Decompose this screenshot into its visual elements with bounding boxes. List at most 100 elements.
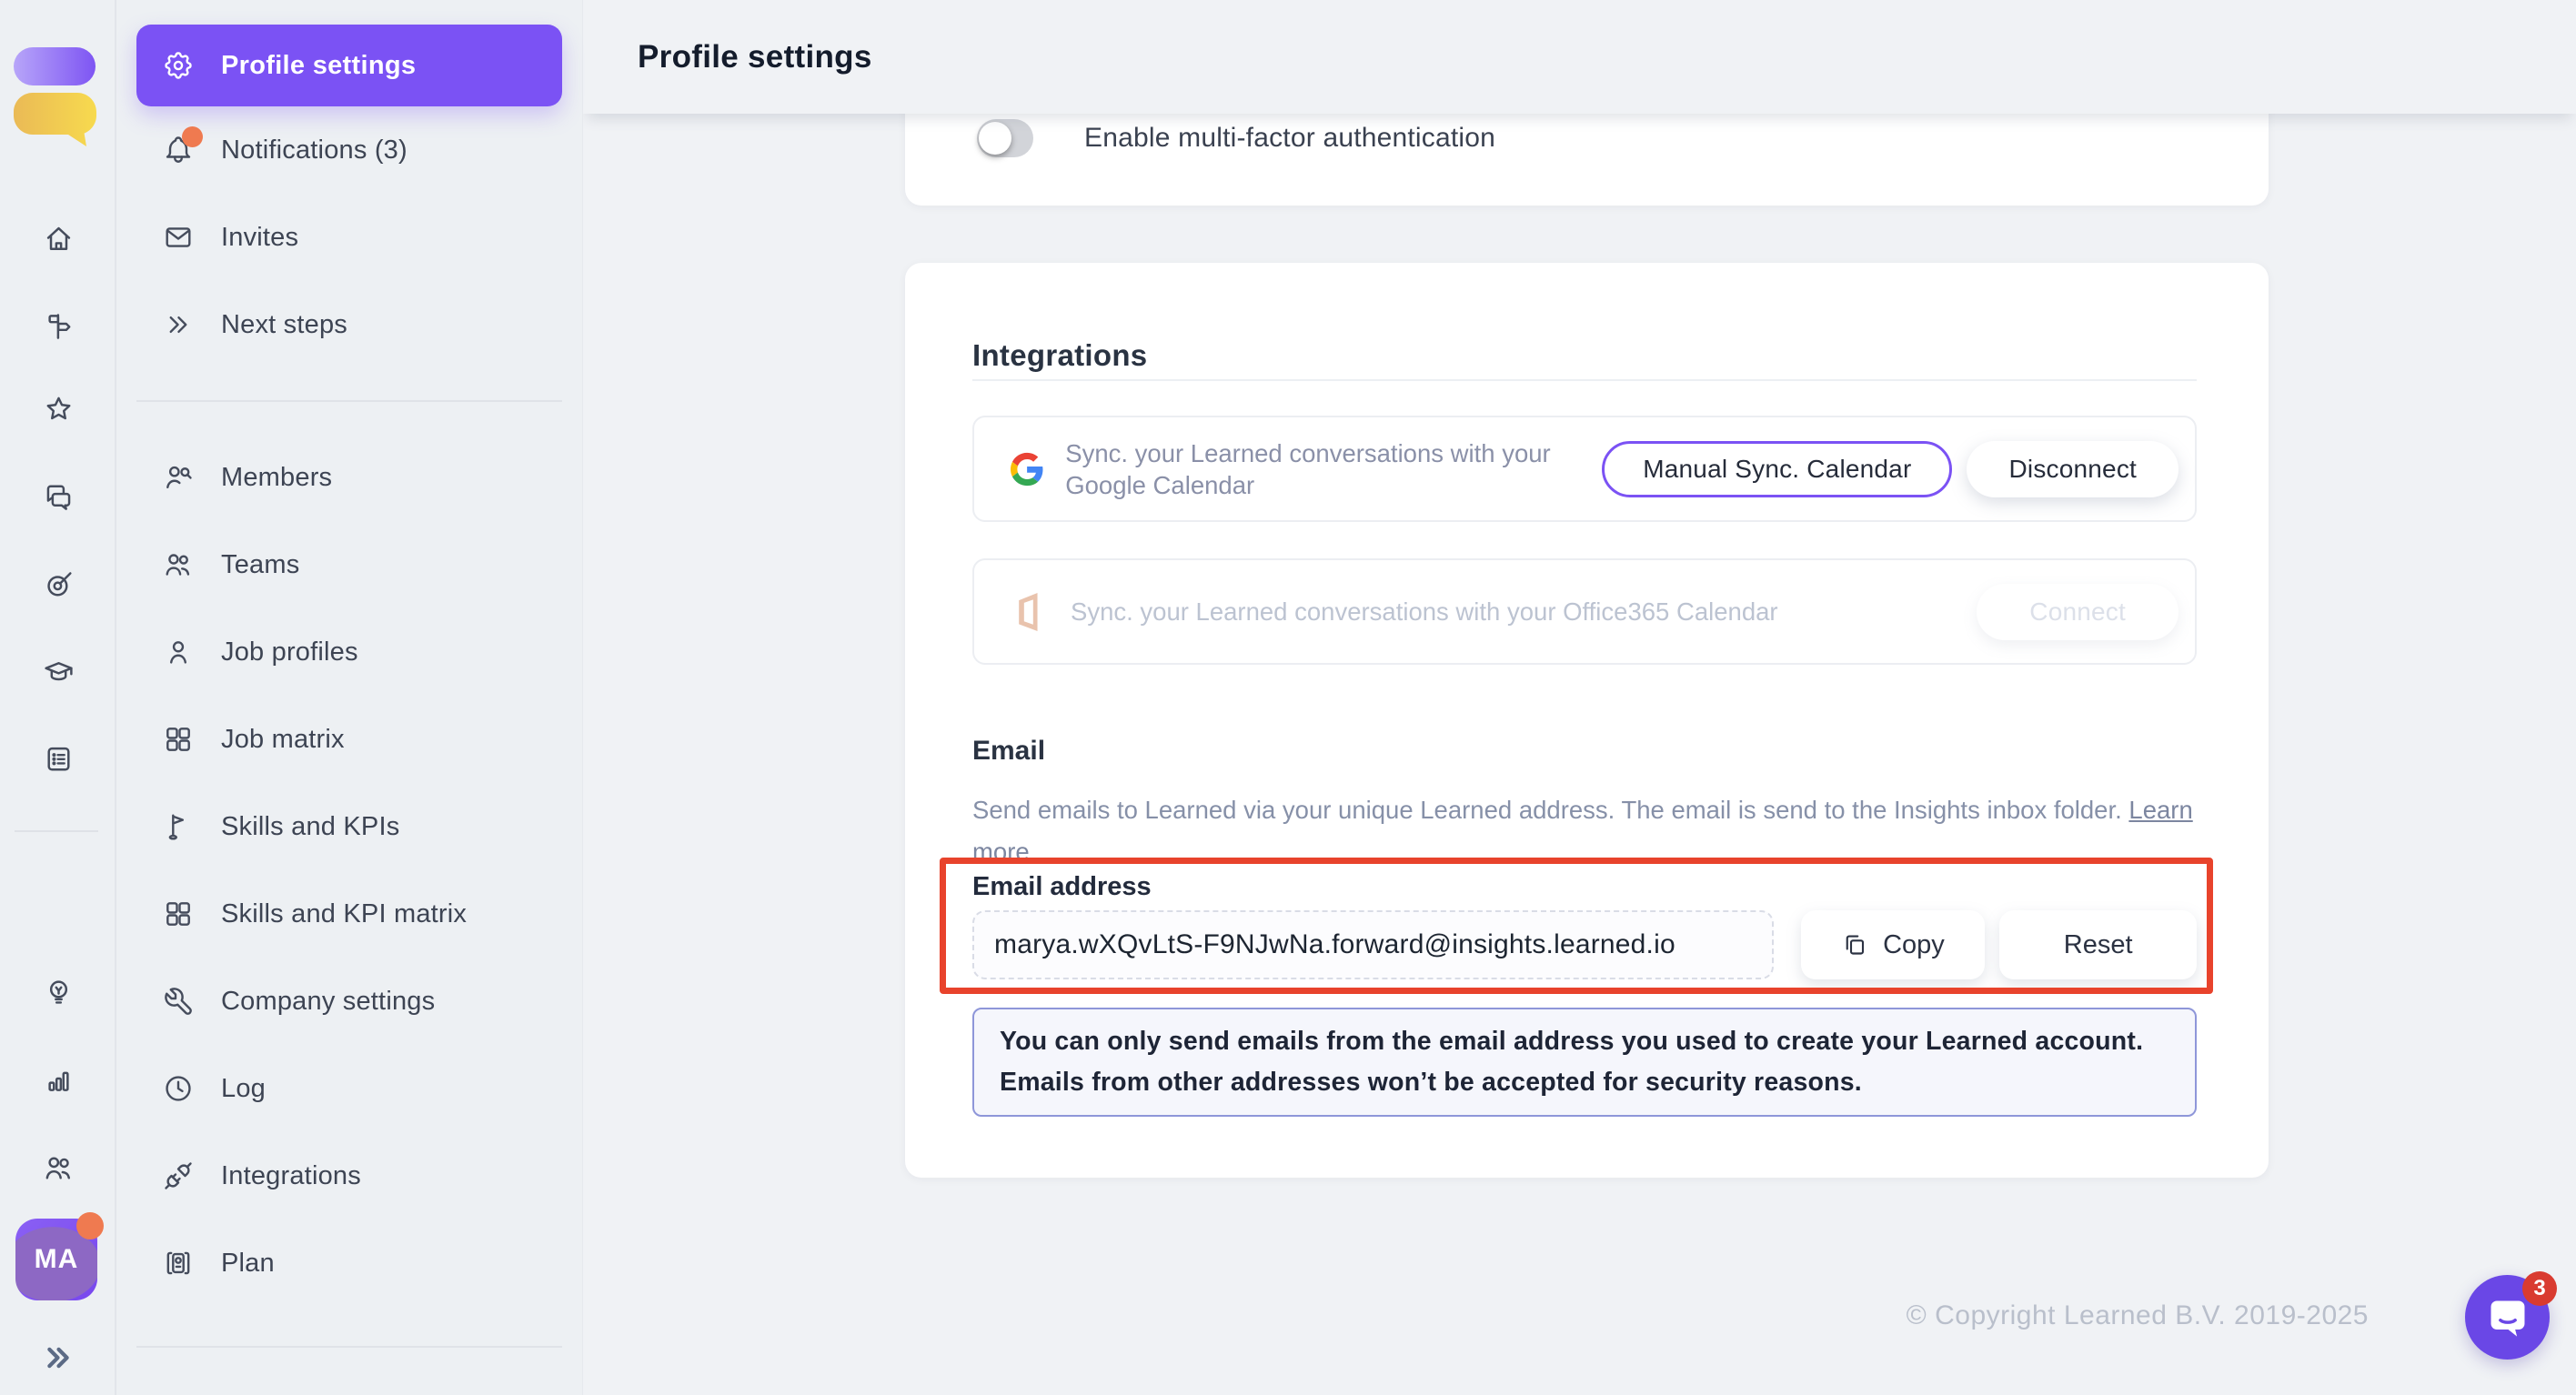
email-description: Send emails to Learned via your unique L… bbox=[972, 789, 2202, 873]
reset-button[interactable]: Reset bbox=[1999, 910, 2197, 979]
checklist-icon bbox=[42, 742, 75, 776]
sidebar-item-label: Log bbox=[221, 1074, 266, 1104]
sidebar-item-label: Notifications (3) bbox=[221, 135, 408, 166]
integrations-title: Integrations bbox=[972, 338, 1147, 373]
chat-bubbles-icon bbox=[42, 480, 75, 514]
sidebar-item-label: Job profiles bbox=[221, 637, 358, 667]
section-divider bbox=[972, 379, 2197, 381]
chat-unread-badge: 3 bbox=[2522, 1271, 2557, 1306]
mfa-label: Enable multi-factor authentication bbox=[1084, 123, 1495, 154]
sidebar-item-label: Invites bbox=[221, 223, 298, 253]
sidebar-item-label: Integrations bbox=[221, 1161, 361, 1191]
email-section-title: Email bbox=[972, 736, 1045, 767]
sidebar-item-notifications[interactable]: Notifications (3) bbox=[136, 106, 562, 194]
main-area: Enable multi-factor authentication Integ… bbox=[583, 0, 2576, 1395]
bar-chart-icon bbox=[42, 1064, 75, 1098]
learned-logo[interactable] bbox=[14, 47, 97, 135]
plug-icon bbox=[161, 1159, 196, 1192]
wrench-icon bbox=[161, 985, 196, 1018]
office365-logo-icon bbox=[1011, 589, 1049, 635]
sidebar-item-plan[interactable]: Plan bbox=[136, 1219, 562, 1307]
rail-reports-button[interactable] bbox=[0, 1064, 116, 1098]
copy-button[interactable]: Copy bbox=[1801, 910, 1986, 979]
envelope-icon bbox=[161, 221, 196, 254]
connect-button[interactable]: Connect bbox=[1977, 584, 2179, 640]
google-sync-description: Sync. your Learned conversations with yo… bbox=[1065, 437, 1602, 501]
rail-goals-button[interactable] bbox=[0, 567, 116, 601]
copy-icon bbox=[1841, 931, 1868, 958]
user-icon bbox=[161, 636, 196, 668]
sidebar-item-log[interactable]: Log bbox=[136, 1045, 562, 1132]
avatar[interactable]: MA bbox=[15, 1219, 97, 1300]
gear-icon bbox=[161, 49, 196, 82]
sidebar: Profile settings Notifications (3) Invit… bbox=[118, 0, 583, 1395]
chat-launcher-button[interactable]: 3 bbox=[2465, 1275, 2550, 1360]
sidebar-item-label: Plan bbox=[221, 1249, 275, 1279]
rail-signpost-button[interactable] bbox=[0, 309, 116, 343]
mfa-toggle[interactable] bbox=[977, 119, 1033, 157]
sidebar-item-company-settings[interactable]: Company settings bbox=[136, 958, 562, 1045]
sidebar-expand-button[interactable] bbox=[0, 1339, 116, 1377]
page-header: Profile settings bbox=[583, 0, 2576, 114]
bell-icon bbox=[161, 134, 196, 166]
rail-people-button[interactable] bbox=[0, 1151, 116, 1185]
google-calendar-row: Sync. your Learned conversations with yo… bbox=[972, 416, 2197, 522]
lightbulb-icon bbox=[42, 976, 75, 1009]
sidebar-item-next-steps[interactable]: Next steps bbox=[136, 281, 562, 368]
sidebar-item-label: Skills and KPIs bbox=[221, 812, 399, 842]
copyright-text: © Copyright Learned B.V. 2019-2025 bbox=[583, 1300, 2369, 1331]
sidebar-item-integrations[interactable]: Integrations bbox=[136, 1132, 562, 1219]
star-icon bbox=[42, 393, 75, 427]
sidebar-item-invites[interactable]: Invites bbox=[136, 194, 562, 281]
rail-conversations-button[interactable] bbox=[0, 480, 116, 514]
users-icon bbox=[161, 548, 196, 581]
sidebar-item-label: Profile settings bbox=[221, 51, 416, 81]
chevrons-right-icon bbox=[161, 308, 196, 341]
email-address-row: Copy Reset bbox=[972, 910, 2197, 979]
avatar-initials: MA bbox=[35, 1244, 79, 1275]
signpost-icon bbox=[42, 309, 75, 343]
sidebar-divider-bottom bbox=[136, 1346, 562, 1348]
sidebar-item-members[interactable]: Members bbox=[136, 434, 562, 521]
disconnect-button[interactable]: Disconnect bbox=[1967, 441, 2179, 497]
sidebar-item-teams[interactable]: Teams bbox=[136, 521, 562, 608]
chevrons-right-icon bbox=[39, 1339, 77, 1377]
users-icon bbox=[42, 1151, 75, 1185]
sidebar-item-job-matrix[interactable]: Job matrix bbox=[136, 696, 562, 783]
rail-learning-button[interactable] bbox=[0, 655, 116, 688]
grid-icon bbox=[161, 898, 196, 930]
learned-logo-purple-bubble bbox=[14, 47, 96, 85]
sidebar-item-job-profiles[interactable]: Job profiles bbox=[136, 608, 562, 696]
google-logo-icon bbox=[1011, 448, 1043, 490]
rail-star-button[interactable] bbox=[0, 393, 116, 427]
target-icon bbox=[42, 567, 75, 601]
copy-button-label: Copy bbox=[1883, 930, 1945, 960]
reset-button-label: Reset bbox=[2064, 930, 2133, 960]
learned-logo-yellow-bubble bbox=[14, 93, 97, 147]
notification-dot bbox=[182, 126, 203, 147]
sidebar-item-label: Teams bbox=[221, 550, 299, 580]
sidebar-item-profile-settings[interactable]: Profile settings bbox=[136, 25, 562, 106]
user-search-icon bbox=[161, 461, 196, 494]
office365-sync-description: Sync. your Learned conversations with yo… bbox=[1071, 596, 1778, 627]
sidebar-item-skills-kpi-matrix[interactable]: Skills and KPI matrix bbox=[136, 870, 562, 958]
sidebar-item-label: Job matrix bbox=[221, 725, 345, 755]
sidebar-item-label: Members bbox=[221, 463, 332, 493]
graduation-cap-icon bbox=[42, 655, 75, 688]
icon-rail: MA bbox=[0, 0, 116, 1395]
rail-home-button[interactable] bbox=[0, 222, 116, 256]
sidebar-item-label: Company settings bbox=[221, 987, 435, 1017]
rail-surveys-button[interactable] bbox=[0, 742, 116, 776]
email-address-input[interactable] bbox=[972, 910, 1774, 979]
id-card-icon bbox=[161, 1247, 196, 1280]
sidebar-item-label: Skills and KPI matrix bbox=[221, 899, 467, 929]
manual-sync-calendar-button[interactable]: Manual Sync. Calendar bbox=[1602, 441, 1952, 497]
sidebar-item-label: Next steps bbox=[221, 310, 347, 340]
toggle-knob bbox=[979, 122, 1011, 155]
rail-insights-button[interactable] bbox=[0, 976, 116, 1009]
email-address-label: Email address bbox=[972, 872, 1152, 902]
rail-divider bbox=[15, 830, 98, 832]
page-title: Profile settings bbox=[638, 39, 872, 75]
grid-icon bbox=[161, 723, 196, 756]
sidebar-item-skills-kpis[interactable]: Skills and KPIs bbox=[136, 783, 562, 870]
